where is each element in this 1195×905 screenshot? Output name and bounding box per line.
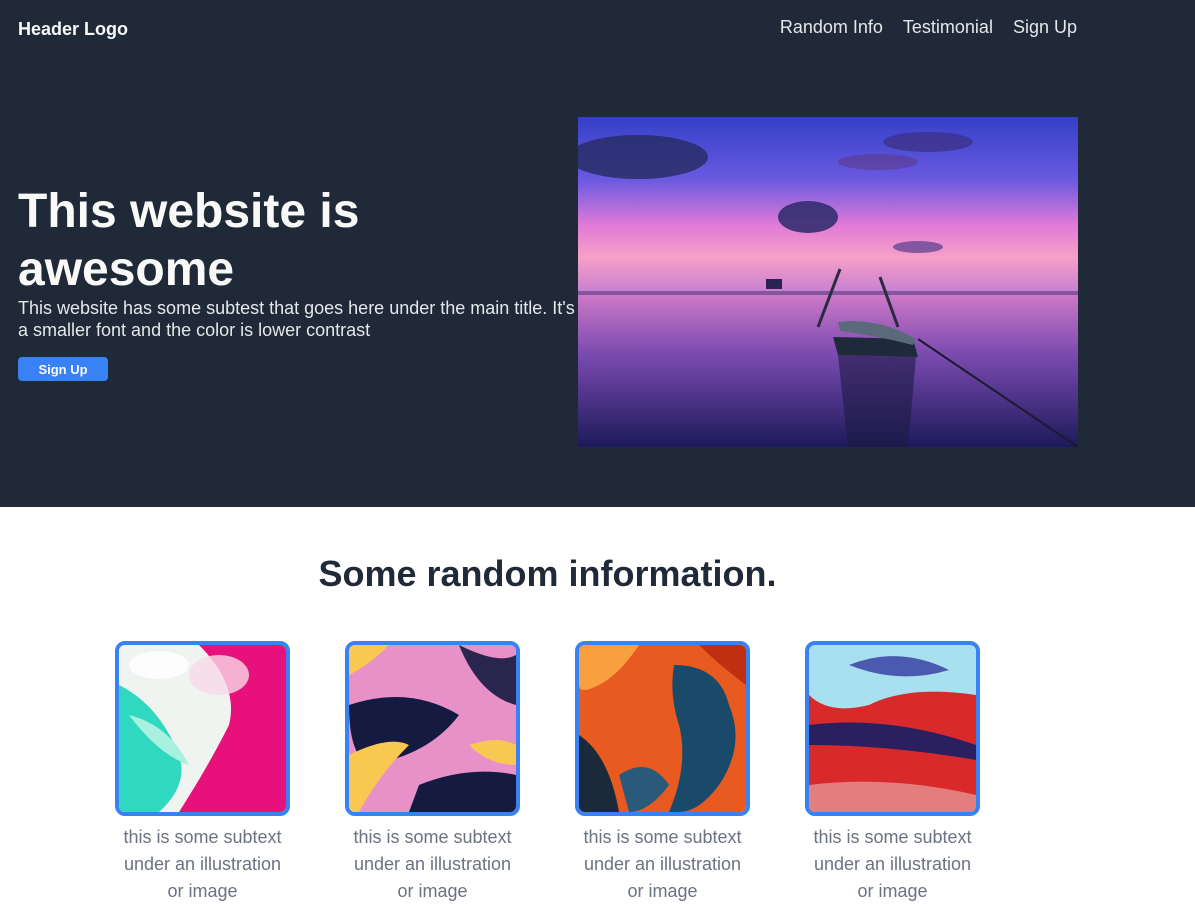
info-card: this is some subtext under an illustrati…	[575, 641, 750, 905]
header-logo[interactable]: Header Logo	[18, 18, 128, 40]
card-image-orange-blue	[575, 641, 750, 816]
nav-link-testimonial[interactable]: Testimonial	[903, 16, 993, 38]
main-nav: Random Info Testimonial Sign Up	[780, 16, 1077, 38]
nav-link-sign-up[interactable]: Sign Up	[1013, 16, 1077, 38]
card-subtext: this is some subtext under an illustrati…	[813, 827, 972, 901]
card-subtext: this is some subtext under an illustrati…	[353, 827, 512, 901]
hero-title: This website is awesome	[18, 185, 360, 296]
hero-image	[578, 117, 1078, 447]
hero-section: Header Logo Random Info Testimonial Sign…	[0, 0, 1195, 507]
card-image-pink-navy-yellow	[345, 641, 520, 816]
info-card: this is some subtext under an illustrati…	[805, 641, 980, 905]
sign-up-button[interactable]: Sign Up	[18, 357, 108, 381]
info-section-title: Some random information.	[318, 553, 777, 594]
card-subtext: this is some subtext under an illustrati…	[123, 827, 282, 901]
card-image-teal-pink	[115, 641, 290, 816]
card-image-red-blue	[805, 641, 980, 816]
nav-link-random-info[interactable]: Random Info	[780, 16, 883, 38]
card-subtext: this is some subtext under an illustrati…	[583, 827, 742, 901]
info-card: this is some subtext under an illustrati…	[345, 641, 520, 905]
info-card: this is some subtext under an illustrati…	[115, 641, 290, 905]
hero-subtext: This website has some subtest that goes …	[18, 298, 575, 340]
